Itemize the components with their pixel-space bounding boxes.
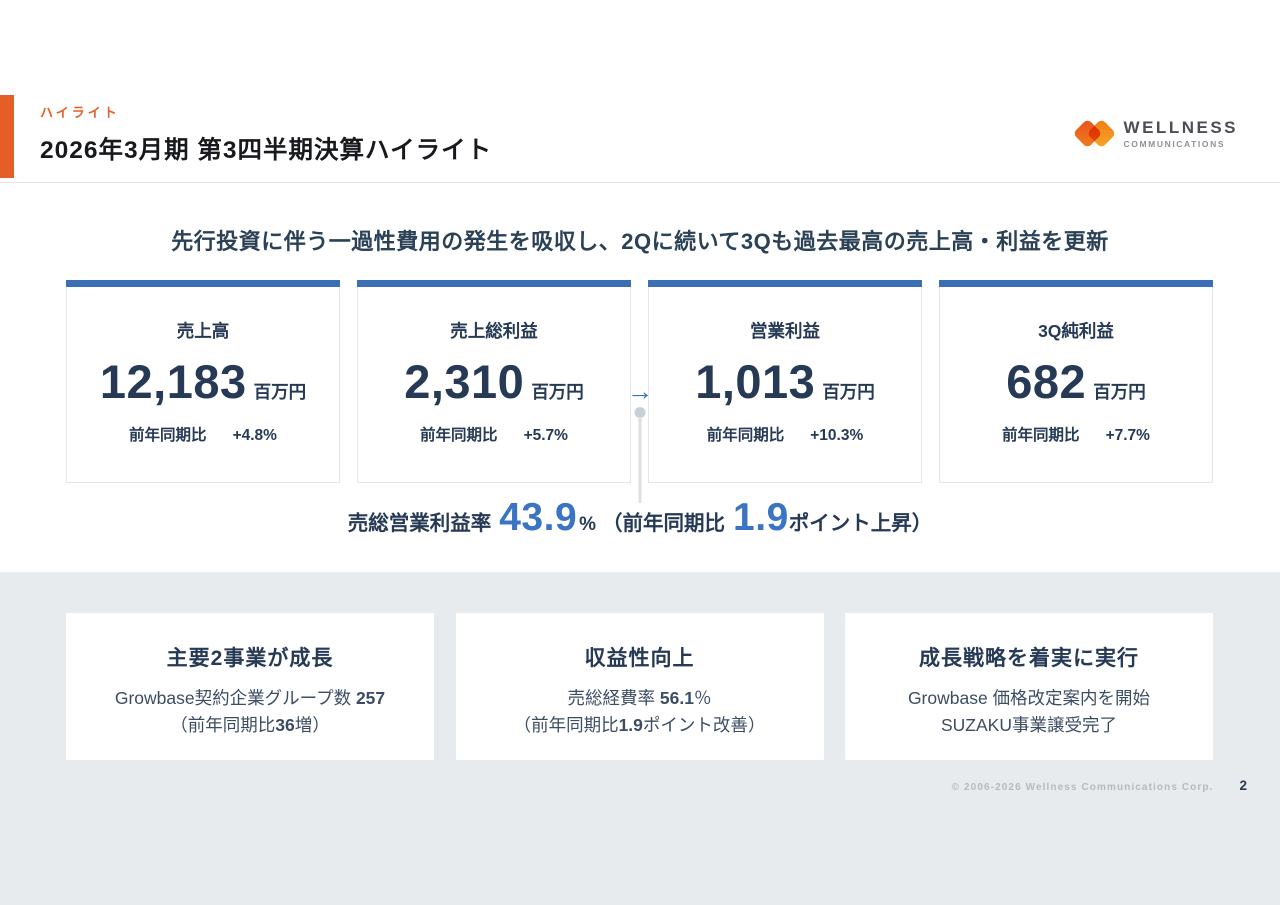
page-number: 2 (1239, 778, 1247, 793)
ratio-paren-close: ポイント上昇） (789, 506, 933, 536)
summary-line: （前年同期比1.9ポイント改善） (456, 712, 824, 739)
logo-name: WELLNESS (1124, 119, 1238, 137)
kpi-row: 売上高 12,183 百万円 前年同期比 +4.8% 売上総利益 2,310 百万円 … (66, 280, 1213, 483)
logo-mark-icon (1076, 118, 1116, 150)
kpi-label: 営業利益 (649, 318, 921, 343)
header-text: ハイライト 2026年3月期 第3四半期決算ハイライト (40, 102, 492, 166)
summary-body: Growbase契約企業グループ数 257 （前年同期比36増） (66, 685, 434, 739)
kpi-yoy: 前年同期比 +4.8% (67, 423, 339, 445)
kpi-unit: 百万円 (254, 382, 307, 402)
connector-line (639, 417, 642, 503)
kpi-body: 売上総利益 2,310 百万円 前年同期比 +5.7% (357, 287, 631, 483)
ratio-paren-open: （前年同期比 (602, 506, 725, 536)
kpi-yoy-label: 前年同期比 (707, 427, 785, 444)
kpi-value: 1,013 (695, 355, 815, 408)
summary-title: 主要2事業が成長 (66, 642, 434, 672)
kpi-value: 682 (1006, 355, 1086, 408)
summary-body: 売総経費率 56.1％ （前年同期比1.9ポイント改善） (456, 685, 824, 739)
copyright-text: © 2006-2026 Wellness Communications Corp… (952, 782, 1214, 793)
kpi-yoy-value: +7.7% (1106, 427, 1150, 444)
arrow-right-icon: → (627, 378, 653, 404)
kpi-yoy-value: +4.8% (233, 427, 277, 444)
kpi-value: 2,310 (404, 355, 524, 408)
kpi-yoy-label: 前年同期比 (1002, 427, 1080, 444)
ratio-percent-sign: % (579, 514, 596, 536)
kpi-yoy: 前年同期比 +10.3% (649, 423, 921, 445)
summary-title: 収益性向上 (456, 642, 824, 672)
headline: 先行投資に伴う一過性費用の発生を吸収し、2Qに続いて3Qも過去最高の売上高・利益… (0, 224, 1280, 256)
ratio-delta-value: 1.9 (733, 496, 789, 540)
kpi-label: 売上総利益 (358, 318, 630, 343)
kpi-body: 売上高 12,183 百万円 前年同期比 +4.8% (66, 287, 340, 483)
kpi-topbar (66, 280, 340, 287)
summary-card-business-growth: 主要2事業が成長 Growbase契約企業グループ数 257 （前年同期比36増… (66, 613, 434, 760)
kpi-yoy: 前年同期比 +5.7% (358, 423, 630, 445)
kpi-yoy-value: +10.3% (810, 427, 863, 444)
kpi-yoy-value: +5.7% (524, 427, 568, 444)
summary-line: Growbase契約企業グループ数 257 (66, 685, 434, 712)
slide: ハイライト 2026年3月期 第3四半期決算ハイライト WELLNESS COM… (0, 0, 1280, 905)
logo-text: WELLNESS COMMUNICATIONS (1124, 119, 1238, 149)
ratio-prefix: 売総営業利益率 (348, 506, 492, 536)
kpi-yoy-label: 前年同期比 (129, 427, 207, 444)
summary-row: 主要2事業が成長 Growbase契約企業グループ数 257 （前年同期比36増… (66, 613, 1213, 760)
kpi-card-net-profit: 3Q純利益 682 百万円 前年同期比 +7.7% (939, 280, 1213, 483)
summary-line: （前年同期比36増） (66, 712, 434, 739)
header: ハイライト 2026年3月期 第3四半期決算ハイライト WELLNESS COM… (0, 95, 1280, 183)
kpi-value-line: 2,310 百万円 (358, 354, 630, 409)
kpi-value-line: 12,183 百万円 (67, 354, 339, 409)
page-title: 2026年3月期 第3四半期決算ハイライト (40, 131, 492, 166)
kpi-value: 12,183 (100, 355, 247, 408)
company-logo: WELLNESS COMMUNICATIONS (1076, 118, 1238, 150)
summary-line: 売総経費率 56.1％ (456, 685, 824, 712)
summary-title: 成長戦略を着実に実行 (845, 642, 1213, 672)
summary-card-profitability: 収益性向上 売総経費率 56.1％ （前年同期比1.9ポイント改善） (456, 613, 824, 760)
kpi-yoy-label: 前年同期比 (420, 427, 498, 444)
kpi-label: 3Q純利益 (940, 318, 1212, 343)
section-eyebrow: ハイライト (40, 102, 492, 121)
summary-card-growth-strategy: 成長戦略を着実に実行 Growbase 価格改定案内を開始 SUZAKU事業譲受… (845, 613, 1213, 760)
kpi-unit: 百万円 (531, 382, 584, 402)
kpi-topbar (939, 280, 1213, 287)
kpi-value-line: 682 百万円 (940, 354, 1212, 409)
logo-subtitle: COMMUNICATIONS (1124, 139, 1238, 149)
header-accent-bar (0, 95, 14, 178)
footer: © 2006-2026 Wellness Communications Corp… (952, 778, 1247, 793)
kpi-unit: 百万円 (822, 382, 875, 402)
kpi-card-gross-profit: 売上総利益 2,310 百万円 前年同期比 +5.7% (357, 280, 631, 483)
kpi-label: 売上高 (67, 318, 339, 343)
summary-line: SUZAKU事業譲受完了 (845, 712, 1213, 739)
summary-section: 主要2事業が成長 Growbase契約企業グループ数 257 （前年同期比36増… (0, 572, 1280, 905)
summary-body: Growbase 価格改定案内を開始 SUZAKU事業譲受完了 (845, 685, 1213, 739)
kpi-body: 3Q純利益 682 百万円 前年同期比 +7.7% (939, 287, 1213, 483)
kpi-topbar (648, 280, 922, 287)
kpi-body: 営業利益 1,013 百万円 前年同期比 +10.3% (648, 287, 922, 483)
summary-line: Growbase 価格改定案内を開始 (845, 685, 1213, 712)
kpi-unit: 百万円 (1093, 382, 1146, 402)
ratio-value: 43.9 (499, 496, 577, 540)
kpi-value-line: 1,013 百万円 (649, 354, 921, 409)
kpi-card-operating-profit: 営業利益 1,013 百万円 前年同期比 +10.3% (648, 280, 922, 483)
kpi-yoy: 前年同期比 +7.7% (940, 423, 1212, 445)
kpi-card-sales: 売上高 12,183 百万円 前年同期比 +4.8% (66, 280, 340, 483)
kpi-topbar (357, 280, 631, 287)
profit-ratio-line: 売総営業利益率 43.9 % （前年同期比 1.9 ポイント上昇） (0, 496, 1280, 540)
